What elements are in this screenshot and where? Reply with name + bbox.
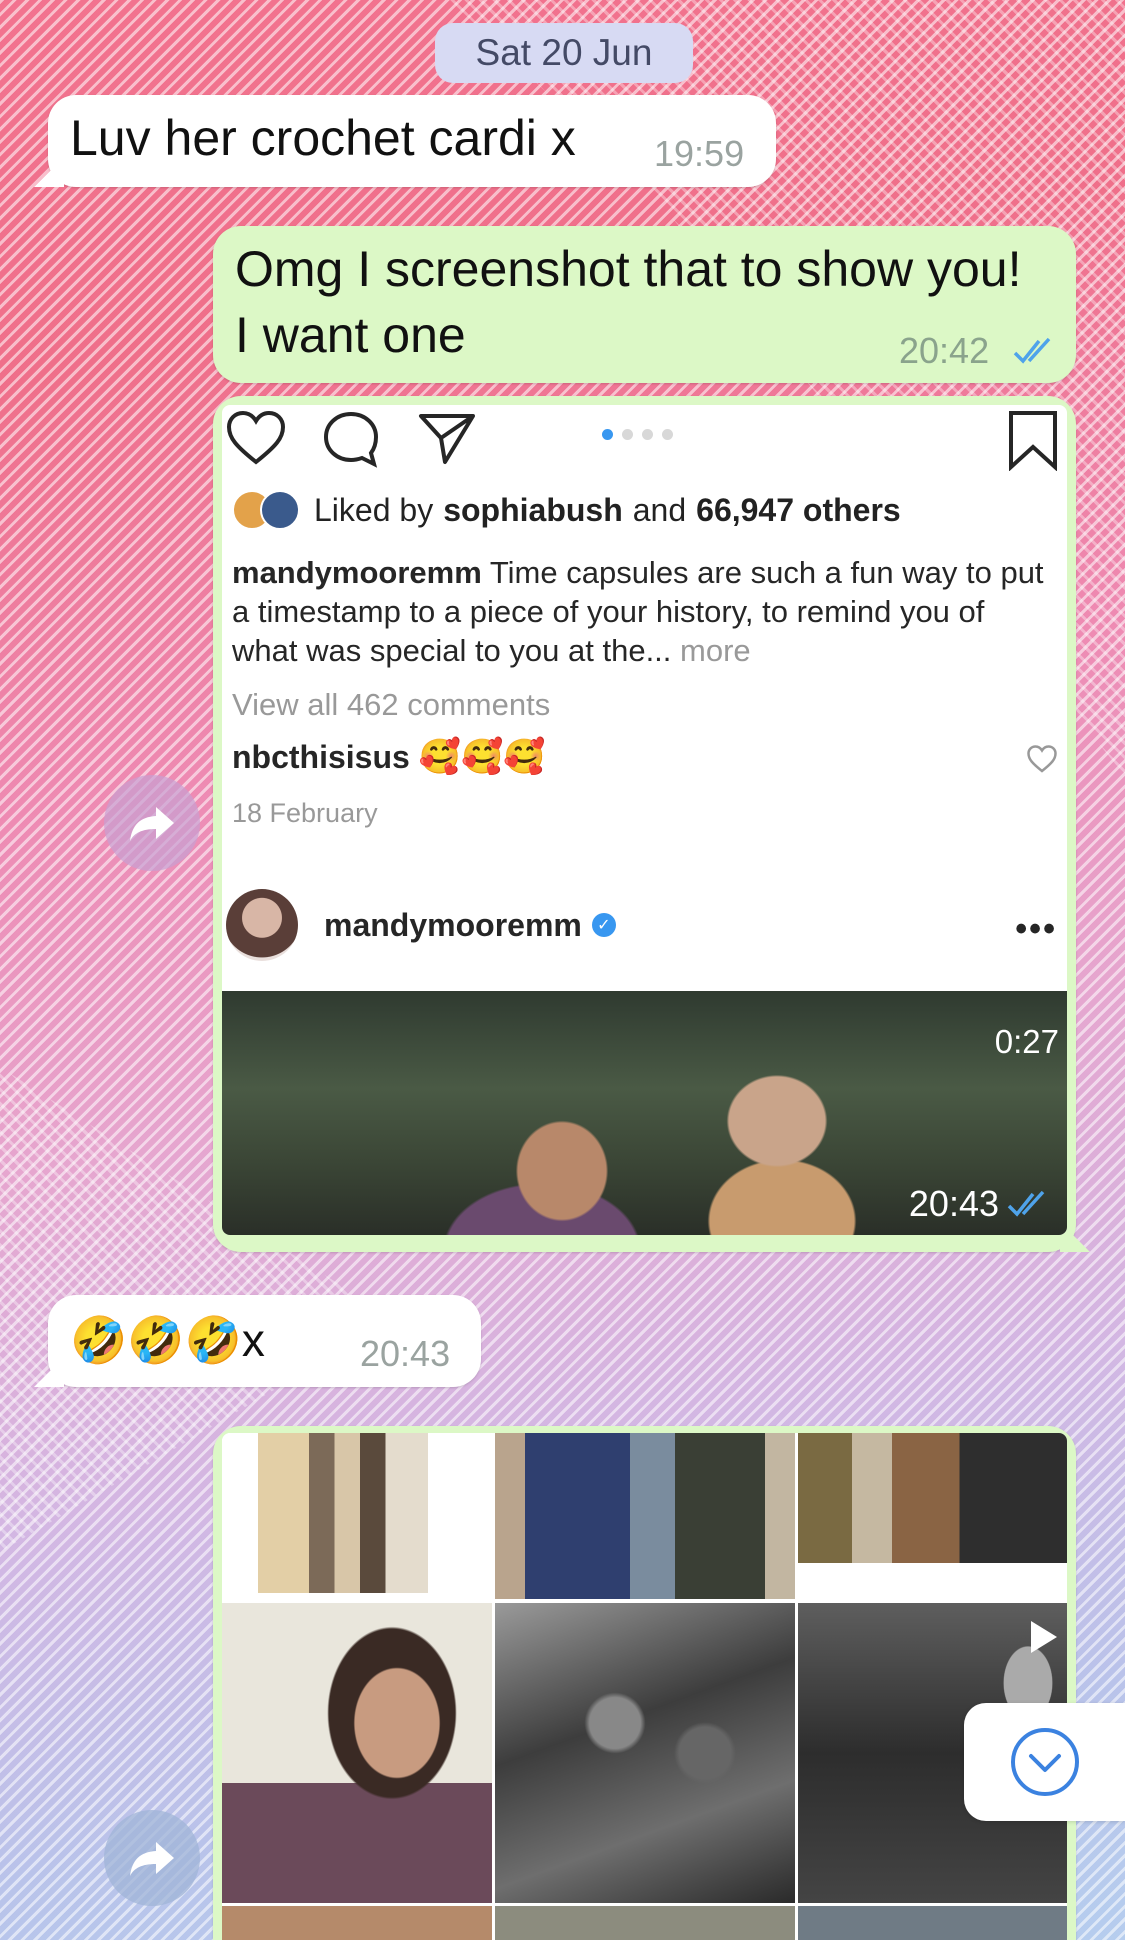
ig-comment: nbcthisisus 🥰🥰🥰 — [232, 737, 546, 777]
post-username: mandymooremm — [324, 906, 582, 943]
ig-post-header: mandymooremm ✓ — [226, 885, 616, 965]
message-text-line: I want one — [235, 307, 466, 363]
date-separator: Sat 20 Jun — [435, 23, 693, 83]
video-duration: 0:27 — [994, 1023, 1059, 1060]
message-emoji: 🤣🤣🤣 — [70, 1314, 242, 1366]
message-time: 20:42 — [899, 330, 990, 371]
verified-badge-icon: ✓ — [591, 913, 616, 937]
instagram-grid-screenshot[interactable] — [222, 1433, 1067, 1940]
read-receipt-icon — [1007, 1190, 1045, 1217]
outgoing-message[interactable]: Omg I screenshot that to show you! I wan… — [213, 226, 1076, 383]
forward-icon — [130, 807, 174, 841]
carousel-dots — [602, 429, 673, 440]
forward-icon — [130, 1842, 174, 1876]
grid-photo — [222, 1433, 492, 1601]
likes-and: and — [632, 491, 687, 528]
video-indicator-icon — [1031, 1621, 1057, 1653]
forward-button[interactable] — [104, 775, 200, 871]
message-time-overlay: 20:43 — [909, 1183, 1053, 1225]
grid-photo — [495, 1906, 795, 1940]
ig-likes: Liked by sophiabush and 66,947 others — [232, 490, 901, 530]
liker-avatars — [232, 490, 300, 530]
video-thumbnail: 0:27 20:43 — [222, 991, 1067, 1235]
message-time: 20:43 — [360, 1333, 451, 1374]
grid-photo — [222, 1906, 492, 1940]
caption-more: more — [680, 633, 751, 668]
message-suffix: x — [241, 1314, 265, 1366]
liked-by-user: sophiabush — [443, 491, 623, 528]
incoming-message[interactable]: Luv her crochet cardi x 19:59 — [34, 95, 776, 187]
caption-username: mandymooremm — [232, 555, 482, 590]
grid-photo — [495, 1433, 795, 1599]
message-time: 20:43 — [908, 1183, 999, 1224]
grid-photo — [495, 1603, 795, 1903]
instagram-screenshot[interactable]: Liked by sophiabush and 66,947 others ma… — [222, 405, 1067, 1235]
likes-prefix: Liked by — [314, 491, 434, 528]
bookmark-icon — [1009, 411, 1057, 471]
message-time: 19:59 — [654, 133, 745, 174]
ig-action-bar — [222, 405, 1067, 475]
grid-photo — [798, 1906, 1067, 1940]
read-receipt-icon — [1013, 337, 1051, 364]
message-text: 🤣🤣🤣x — [70, 1307, 265, 1373]
heart-icon — [226, 410, 286, 465]
scroll-to-bottom-button[interactable] — [964, 1703, 1125, 1821]
comment-heart-icon — [1027, 745, 1057, 773]
comment-emoji: 🥰🥰🥰 — [418, 738, 546, 776]
comment-username: nbcthisisus — [232, 739, 410, 775]
more-options-icon: ••• — [1015, 910, 1057, 948]
likes-count: 66,947 others — [696, 491, 901, 528]
view-all-comments: View all 462 comments — [232, 687, 551, 722]
share-icon — [419, 414, 475, 464]
grid-photo — [222, 1603, 492, 1903]
chevron-down-circle-icon — [1010, 1728, 1079, 1796]
ig-caption: mandymooremm Time capsules are such a fu… — [232, 553, 1052, 670]
forward-button[interactable] — [104, 1810, 200, 1906]
avatar — [226, 889, 298, 961]
post-date: 18 February — [232, 798, 378, 828]
incoming-message[interactable]: 🤣🤣🤣x 20:43 — [34, 1295, 481, 1387]
comment-icon — [323, 411, 379, 468]
grid-photo — [798, 1433, 1067, 1563]
message-text: Luv her crochet cardi x — [70, 110, 576, 166]
message-text-line: Omg I screenshot that to show you! — [235, 241, 1022, 297]
